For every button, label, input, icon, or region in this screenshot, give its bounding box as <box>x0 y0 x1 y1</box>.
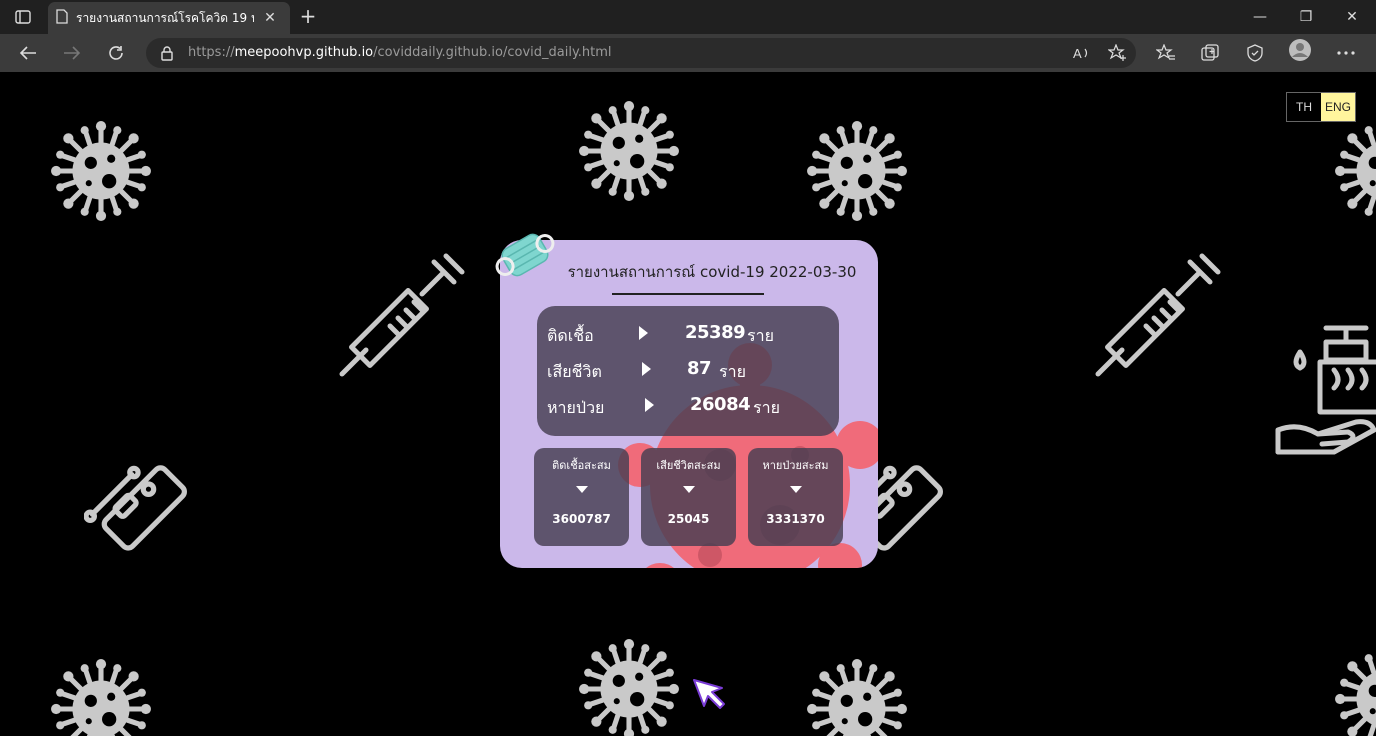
browser-tab[interactable]: รายงานสถานการณ์โรคโควิด 19 ประจำ ✕ <box>48 2 290 34</box>
address-bar[interactable]: https://meepoohvp.github.io/coviddaily.g… <box>146 38 1136 68</box>
profile-icon[interactable] <box>1288 39 1312 61</box>
title-underline <box>612 293 764 295</box>
browser-toolbar: https://meepoohvp.github.io/coviddaily.g… <box>0 34 1376 72</box>
daily-row-deaths: เสียชีวิต 87 ราย <box>547 356 827 386</box>
hand-wash-icon <box>1275 325 1376 455</box>
lang-en-button[interactable]: ENG <box>1321 93 1355 121</box>
down-arrow-icon <box>683 486 695 493</box>
down-arrow-icon <box>790 486 802 493</box>
restore-button[interactable]: ❐ <box>1286 4 1326 30</box>
virus-icon <box>1334 120 1376 222</box>
daily-value: 87 <box>687 358 712 379</box>
virus-icon <box>1334 648 1376 736</box>
daily-label: ติดเชื้อ <box>547 326 594 345</box>
virus-icon <box>50 658 152 736</box>
virus-icon <box>578 100 680 202</box>
report-card: รายงานสถานการณ์ covid-19 2022-03-30 ติดเ… <box>500 240 878 568</box>
report-title: รายงานสถานการณ์ covid-19 2022-03-30 <box>567 263 857 281</box>
forward-icon[interactable] <box>58 39 86 67</box>
daily-label: เสียชีวิต <box>547 362 602 381</box>
daily-unit: ราย <box>747 326 774 345</box>
url-text[interactable]: https://meepoohvp.github.io/coviddaily.g… <box>188 45 612 60</box>
syringe-icon <box>1094 248 1224 378</box>
cumulative-label: เสียชีวิตสะสม <box>656 459 721 472</box>
daily-label: หายป่วย <box>547 398 605 417</box>
browser-essentials-icon[interactable] <box>1243 42 1267 64</box>
cumulative-value: 3600787 <box>552 512 611 526</box>
svg-text:A: A <box>1073 46 1082 61</box>
cursor-icon <box>693 679 725 709</box>
cumulative-recovered-box: หายป่วยสะสม 3331370 <box>748 448 843 546</box>
daily-row-recovered: หายป่วย 26084 ราย <box>547 392 827 422</box>
face-mask-icon <box>495 233 555 277</box>
refresh-icon[interactable] <box>102 39 130 67</box>
favorites-icon[interactable] <box>1154 42 1178 64</box>
virus-icon <box>50 120 152 222</box>
language-switch: TH ENG <box>1286 92 1356 122</box>
test-kit-icon <box>84 458 188 562</box>
sidebar-icon[interactable] <box>8 6 38 28</box>
virus-icon <box>578 638 680 736</box>
down-arrow-icon <box>576 486 588 493</box>
play-arrow-icon <box>642 362 651 376</box>
daily-unit: ราย <box>753 398 780 417</box>
lock-icon[interactable] <box>160 45 174 65</box>
tab-close-button[interactable]: ✕ <box>262 10 278 26</box>
more-icon[interactable] <box>1334 42 1358 64</box>
new-tab-button[interactable]: + <box>296 5 320 29</box>
daily-value: 25389 <box>685 322 746 343</box>
read-aloud-icon[interactable]: A <box>1070 42 1094 64</box>
cumulative-label: ติดเชื้อสะสม <box>552 459 611 472</box>
virus-icon <box>806 658 908 736</box>
cumulative-infected-box: ติดเชื้อสะสม 3600787 <box>534 448 629 546</box>
cumulative-value: 25045 <box>667 512 710 526</box>
virus-icon <box>806 120 908 222</box>
cumulative-deaths-box: เสียชีวิตสะสม 25045 <box>641 448 736 546</box>
tab-title: รายงานสถานการณ์โรคโควิด 19 ประจำ <box>76 10 254 25</box>
lang-th-button[interactable]: TH <box>1287 93 1321 121</box>
cumulative-value: 3331370 <box>766 512 825 526</box>
daily-unit: ราย <box>719 362 746 381</box>
cumulative-label: หายป่วยสะสม <box>762 459 829 472</box>
daily-row-infected: ติดเชื้อ 25389 ราย <box>547 320 827 350</box>
add-favorite-icon[interactable] <box>1106 42 1130 64</box>
syringe-icon <box>338 248 468 378</box>
daily-value: 26084 <box>690 394 751 415</box>
collections-icon[interactable] <box>1198 42 1222 64</box>
play-arrow-icon <box>639 326 648 340</box>
page: TH ENG รายงานสถานการณ์ covid-19 2022-03-… <box>0 72 1376 736</box>
back-icon[interactable] <box>14 39 42 67</box>
play-arrow-icon <box>645 398 654 412</box>
minimize-button[interactable]: — <box>1240 4 1280 30</box>
close-window-button[interactable]: ✕ <box>1332 4 1372 30</box>
title-bar: รายงานสถานการณ์โรคโควิด 19 ประจำ ✕ + — ❐… <box>0 0 1376 34</box>
page-icon <box>56 8 68 28</box>
daily-stats-panel: ติดเชื้อ 25389 ราย เสียชีวิต 87 ราย หายป… <box>537 306 839 436</box>
